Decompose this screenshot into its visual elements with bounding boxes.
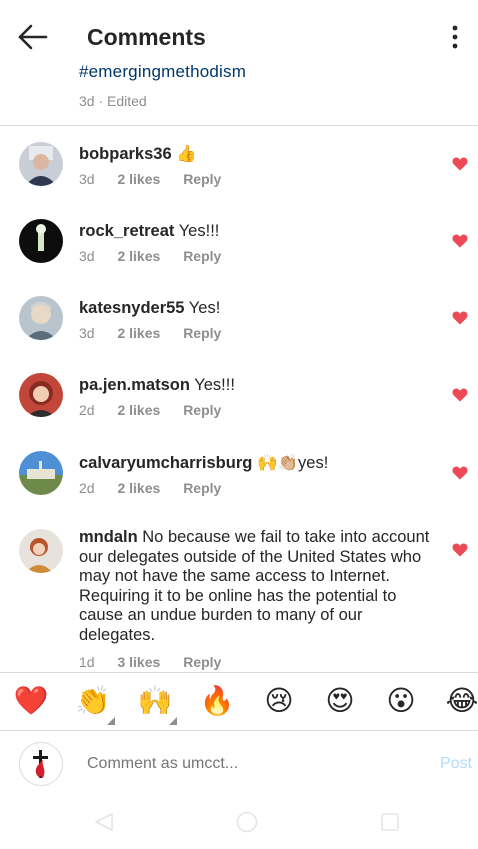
avatar[interactable] — [19, 451, 63, 495]
comment-username[interactable]: rock_retreat — [79, 222, 174, 240]
post-button[interactable]: Post — [440, 755, 472, 773]
current-user-avatar — [19, 742, 63, 786]
crying-face-emoji-button[interactable]: 😢 — [263, 685, 295, 717]
comment-composer: Post — [0, 730, 478, 796]
comment-body: bobparks36 👍 — [79, 144, 439, 164]
nav-recents-square-icon[interactable] — [378, 810, 402, 834]
comment-input[interactable] — [87, 752, 417, 776]
comment-meta: 2d 2 likes Reply — [79, 402, 240, 418]
like-heart-icon[interactable] — [452, 157, 468, 171]
comment-text: Yes!!! — [194, 376, 235, 394]
comment-age: 3d — [79, 248, 95, 264]
comment-likes[interactable]: 2 likes — [117, 325, 160, 341]
like-heart-icon[interactable] — [452, 543, 468, 557]
emoji-reaction-bar: ❤️ 👏 🙌 🔥 😢 😍 😮 😂 — [0, 672, 478, 730]
reply-button[interactable]: Reply — [183, 248, 221, 264]
nav-home-circle-icon[interactable] — [235, 810, 259, 834]
comment-username[interactable]: bobparks36 — [79, 145, 172, 163]
surprised-face-emoji-button[interactable]: 😮 — [385, 685, 417, 717]
reply-button[interactable]: Reply — [183, 480, 221, 496]
comment-body: katesnyder55 Yes! — [79, 298, 439, 318]
comment-likes[interactable]: 2 likes — [117, 171, 160, 187]
comment-username[interactable]: katesnyder55 — [79, 299, 185, 317]
comment-meta: 3d 2 likes Reply — [79, 171, 240, 187]
reply-button[interactable]: Reply — [183, 171, 221, 187]
tears-of-joy-emoji-button[interactable]: 😂 — [446, 685, 478, 717]
clapping-hands-emoji-button[interactable]: 👏 — [76, 685, 111, 717]
comment-meta: 2d 2 likes Reply — [79, 480, 240, 496]
comment-text: 👍 — [176, 145, 197, 163]
caption-hashtag[interactable]: #emergingmethodism — [79, 62, 246, 82]
back-arrow-icon[interactable] — [16, 22, 50, 52]
like-heart-icon[interactable] — [452, 388, 468, 402]
like-heart-icon[interactable] — [452, 466, 468, 480]
comment-body: calvaryumcharrisburg 🙌👏🏼yes! — [79, 453, 439, 473]
cross-flame-logo-icon — [33, 750, 48, 778]
reply-button[interactable]: Reply — [183, 654, 221, 670]
comment-text: Yes! — [188, 299, 221, 317]
avatar[interactable] — [19, 296, 63, 340]
comment-age: 3d — [79, 325, 95, 341]
comment-age: 3d — [79, 171, 95, 187]
more-options-icon[interactable] — [446, 24, 464, 50]
comment-age: 1d — [79, 654, 95, 670]
system-navigation-bar — [0, 796, 478, 849]
comment-meta: 1d 3 likes Reply — [79, 654, 240, 670]
comment-username[interactable]: pa.jen.matson — [79, 376, 190, 394]
fire-emoji-button[interactable]: 🔥 — [200, 685, 235, 717]
comment-meta: 3d 2 likes Reply — [79, 248, 240, 264]
reply-button[interactable]: Reply — [183, 402, 221, 418]
comment-likes[interactable]: 2 likes — [117, 402, 160, 418]
red-heart-emoji-button[interactable]: ❤️ — [14, 685, 49, 717]
divider — [0, 125, 478, 126]
avatar[interactable] — [19, 529, 63, 573]
comment-username[interactable]: mndaln — [79, 528, 138, 546]
comment-body: pa.jen.matson Yes!!! — [79, 375, 439, 395]
comment-age: 2d — [79, 402, 95, 418]
nav-back-triangle-icon[interactable] — [92, 810, 116, 834]
avatar[interactable] — [19, 219, 63, 263]
comment-username[interactable]: calvaryumcharrisburg — [79, 454, 252, 472]
like-heart-icon[interactable] — [452, 311, 468, 325]
comment-likes[interactable]: 3 likes — [117, 654, 160, 670]
comment-body: rock_retreat Yes!!! — [79, 221, 439, 241]
raising-hands-emoji-button[interactable]: 🙌 — [138, 685, 173, 717]
comment-likes[interactable]: 2 likes — [117, 248, 160, 264]
comment-body: mndaln No because we fail to take into a… — [79, 528, 439, 645]
avatar[interactable] — [19, 142, 63, 186]
comment-text: 🙌👏🏼yes! — [256, 454, 329, 472]
skin-tone-corner-icon — [169, 717, 177, 725]
like-heart-icon[interactable] — [452, 234, 468, 248]
comment-text: Yes!!! — [178, 222, 220, 240]
page-title: Comments — [87, 24, 206, 50]
comment-likes[interactable]: 2 likes — [117, 480, 160, 496]
heart-eyes-emoji-button[interactable]: 😍 — [324, 685, 356, 717]
avatar[interactable] — [19, 373, 63, 417]
skin-tone-corner-icon — [107, 717, 115, 725]
reply-button[interactable]: Reply — [183, 325, 221, 341]
comment-age: 2d — [79, 480, 95, 496]
comment-meta: 3d 2 likes Reply — [79, 325, 240, 341]
caption-meta: 3d · Edited — [79, 93, 147, 109]
